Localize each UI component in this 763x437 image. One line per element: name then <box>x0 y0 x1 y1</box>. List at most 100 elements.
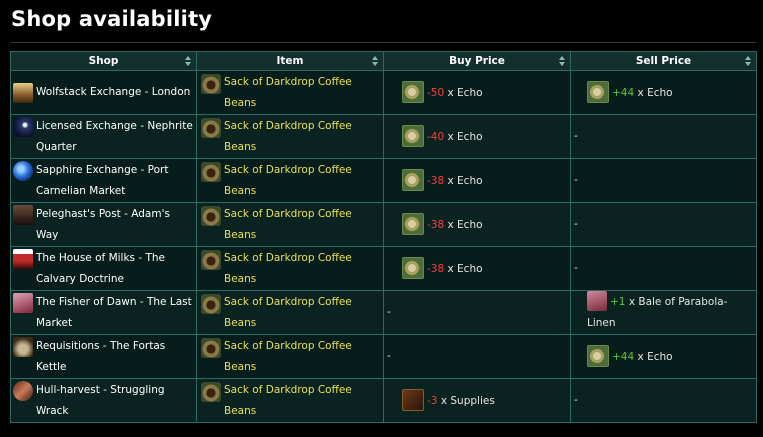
coffee-sack-icon[interactable] <box>201 337 221 358</box>
shop-link[interactable]: The House of Milks - The Calvary Doctrin… <box>36 252 165 285</box>
table-row: The House of Milks - The Calvary Doctrin… <box>10 246 757 291</box>
price-unit: x Echo <box>447 130 483 143</box>
column-header-label: Buy Price <box>449 55 505 67</box>
table-row: Licensed Exchange - Nephrite Quarter Sack… <box>10 114 757 159</box>
price-unit: x Supplies <box>440 394 495 407</box>
buy-price-cell: -40 x Echo <box>383 114 571 159</box>
shop-cell: Requisitions - The Fortas Kettle <box>10 334 197 379</box>
shop-link[interactable]: Peleghast's Post - Adam's Way <box>36 208 170 241</box>
price-amount: +1 <box>610 295 626 308</box>
requisitions-icon[interactable] <box>13 336 33 357</box>
buy-price-cell: -38 x Echo <box>383 158 571 203</box>
parabola-linen-icon[interactable] <box>587 291 607 311</box>
peleghasts-post-icon[interactable] <box>13 204 33 225</box>
echo-icon[interactable] <box>402 168 424 191</box>
column-header-buy-price[interactable]: Buy Price <box>383 51 571 71</box>
table-body: Wolfstack Exchange - London Sack of Darkd… <box>10 70 757 423</box>
coffee-sack-icon[interactable] <box>201 205 221 226</box>
sell-price-cell: - <box>570 158 757 203</box>
shop-link[interactable]: Sapphire Exchange - Port Carnelian Marke… <box>36 164 168 197</box>
item-cell: Sack of Darkdrop Coffee Beans <box>196 114 384 159</box>
column-header-item[interactable]: Item <box>196 51 384 71</box>
item-link[interactable]: Sack of Darkdrop Coffee Beans <box>224 384 352 417</box>
sort-icon[interactable] <box>185 56 191 66</box>
price-amount: -3 <box>427 394 438 407</box>
no-price: - <box>574 218 578 230</box>
table-row: Hull-harvest - Struggling Wrack Sack of D… <box>10 378 757 423</box>
sell-price-cell: - <box>570 202 757 247</box>
price-amount: -38 <box>427 174 445 187</box>
item-cell: Sack of Darkdrop Coffee Beans <box>196 202 384 247</box>
item-link[interactable]: Sack of Darkdrop Coffee Beans <box>224 164 352 197</box>
page-title: Shop availability <box>11 7 213 31</box>
shop-cell: Licensed Exchange - Nephrite Quarter <box>10 114 197 159</box>
shop-cell: The Fisher of Dawn - The Last Market <box>10 290 197 335</box>
sort-icon[interactable] <box>745 56 751 66</box>
echo-icon[interactable] <box>587 344 609 367</box>
coffee-sack-icon[interactable] <box>201 161 221 182</box>
coffee-sack-icon[interactable] <box>201 73 221 94</box>
table-row: Peleghast's Post - Adam's Way Sack of Dar… <box>10 202 757 247</box>
sapphire-exchange-icon[interactable] <box>13 160 33 181</box>
page: Shop availability Shop Item Buy Price Se… <box>0 0 763 437</box>
no-price: - <box>574 394 578 406</box>
sort-icon[interactable] <box>372 56 378 66</box>
buy-price-cell: -50 x Echo <box>383 70 571 115</box>
shop-availability-table: Shop Item Buy Price Sell Price Wolfstack… <box>10 51 757 423</box>
item-link[interactable]: Sack of Darkdrop Coffee Beans <box>224 120 352 153</box>
echo-icon[interactable] <box>402 80 424 103</box>
column-header-label: Sell Price <box>635 55 692 67</box>
sell-price-cell: - <box>570 378 757 423</box>
table-row: The Fisher of Dawn - The Last Market Sack… <box>10 290 757 335</box>
echo-icon[interactable] <box>402 124 424 147</box>
table-row: Sapphire Exchange - Port Carnelian Marke… <box>10 158 757 203</box>
shop-cell: The House of Milks - The Calvary Doctrin… <box>10 246 197 291</box>
no-price: - <box>387 350 391 362</box>
price-unit: x Echo <box>637 350 673 363</box>
price-unit: x Echo <box>447 174 483 187</box>
licensed-exchange-icon[interactable] <box>13 116 33 137</box>
shop-cell: Peleghast's Post - Adam's Way <box>10 202 197 247</box>
column-header-shop[interactable]: Shop <box>10 51 197 71</box>
sell-price-cell: - <box>570 114 757 159</box>
item-link[interactable]: Sack of Darkdrop Coffee Beans <box>224 340 352 373</box>
coffee-sack-icon[interactable] <box>201 249 221 270</box>
title-divider <box>11 42 756 43</box>
price-amount: -38 <box>427 262 445 275</box>
shop-link[interactable]: Hull-harvest - Struggling Wrack <box>36 384 165 417</box>
shop-link[interactable]: Requisitions - The Fortas Kettle <box>36 340 165 373</box>
shop-link[interactable]: Wolfstack Exchange - London <box>36 86 190 98</box>
echo-icon[interactable] <box>402 212 424 235</box>
shop-link[interactable]: The Fisher of Dawn - The Last Market <box>36 296 192 329</box>
shop-cell: Sapphire Exchange - Port Carnelian Marke… <box>10 158 197 203</box>
buy-price-cell: -3 x Supplies <box>383 378 571 423</box>
no-price: - <box>574 174 578 186</box>
price-amount: +44 <box>612 86 635 99</box>
item-link[interactable]: Sack of Darkdrop Coffee Beans <box>224 76 352 109</box>
table-header-row: Shop Item Buy Price Sell Price <box>10 51 757 71</box>
echo-icon[interactable] <box>587 80 609 103</box>
price-amount: +44 <box>612 350 635 363</box>
wolfstack-exchange-icon[interactable] <box>13 82 33 103</box>
item-link[interactable]: Sack of Darkdrop Coffee Beans <box>224 296 352 329</box>
item-link[interactable]: Sack of Darkdrop Coffee Beans <box>224 252 352 285</box>
supplies-icon[interactable] <box>402 388 424 411</box>
coffee-sack-icon[interactable] <box>201 381 221 402</box>
shop-cell: Hull-harvest - Struggling Wrack <box>10 378 197 423</box>
item-link[interactable]: Sack of Darkdrop Coffee Beans <box>224 208 352 241</box>
sell-price-cell: +1 x Bale of Parabola-Linen <box>570 290 757 335</box>
coffee-sack-icon[interactable] <box>201 293 221 314</box>
price-unit: x Bale of Parabola-Linen <box>587 295 728 329</box>
shop-link[interactable]: Licensed Exchange - Nephrite Quarter <box>36 120 193 153</box>
sell-price-cell: +44 x Echo <box>570 334 757 379</box>
fisher-of-dawn-icon[interactable] <box>13 292 33 313</box>
buy-price-cell: -38 x Echo <box>383 246 571 291</box>
coffee-sack-icon[interactable] <box>201 117 221 138</box>
hull-harvest-icon[interactable] <box>13 380 33 401</box>
echo-icon[interactable] <box>402 256 424 279</box>
sort-icon[interactable] <box>559 56 565 66</box>
house-of-milks-icon[interactable] <box>13 248 33 269</box>
sell-price-cell: - <box>570 246 757 291</box>
column-header-sell-price[interactable]: Sell Price <box>570 51 757 71</box>
item-cell: Sack of Darkdrop Coffee Beans <box>196 378 384 423</box>
